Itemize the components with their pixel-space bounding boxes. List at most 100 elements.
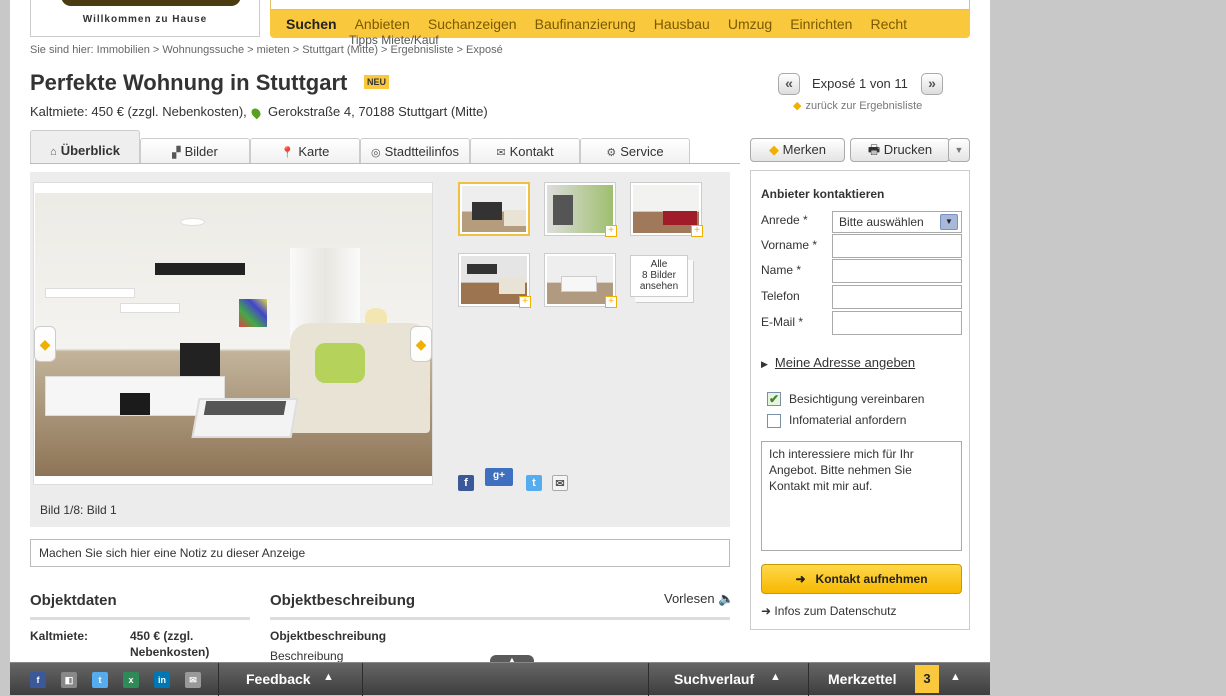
linkedin-icon[interactable]: in [154,672,170,688]
home-icon: ⌂ [50,146,57,158]
feedback-button[interactable]: Feedback [246,671,311,687]
vorlesen-button[interactable]: Vorlesen 🔈 [664,591,734,607]
googleplus-share-icon[interactable]: g+ [485,468,513,486]
privacy-link[interactable]: ➜ Infos zum Datenschutz [761,604,896,618]
prev-expose-button[interactable]: « [778,73,800,95]
objektdaten-divider [30,617,250,620]
arrow-right-icon: ➜ [795,572,806,586]
message-textarea[interactable]: Ich interessiere mich für Ihr Angebot. B… [761,441,962,551]
vorname-input[interactable] [832,234,962,258]
printer-icon: 🖶 [867,142,881,157]
expose-counter: Exposé 1 von 11 [812,76,908,91]
beschreibung-divider [270,617,730,620]
nav-baufinanzierung[interactable]: Baufinanzierung [535,16,636,32]
kaltmiete-value-2: Nebenkosten) [130,645,210,659]
rent-info: Kaltmiete: 450 € (zzgl. Nebenkosten), [30,104,247,119]
room-photo [35,193,432,476]
photo-runner [203,401,287,415]
tab-label: Bilder [184,144,218,159]
main-image[interactable]: ◆ ◆ [33,182,433,485]
contact-title: Anbieter kontaktieren [761,187,885,201]
thumbnail-1[interactable] [458,182,530,236]
tab-label: Service [620,144,664,159]
merken-button[interactable]: ◆ Merken [750,138,845,162]
contact-submit-button[interactable]: ➜ Kontakt aufnehmen [761,564,962,594]
nav-suchen[interactable]: Suchen [286,16,337,32]
separator [648,663,649,696]
side-background [990,0,1226,695]
photo-tv [180,343,220,377]
facebook-share-icon[interactable]: f [458,475,474,491]
thumbnail-3[interactable]: + [630,182,703,237]
zoom-plus-icon: + [605,296,617,308]
besichtigung-label: Besichtigung vereinbaren [789,392,925,406]
infomaterial-label: Infomaterial anfordern [789,413,907,427]
tab-ueberblick[interactable]: ⌂ Überblick [30,130,140,164]
email-icon[interactable]: ✉ [185,672,201,688]
back-link-label: zurück zur Ergebnisliste [805,100,923,112]
merken-label: Merken [782,142,826,157]
merkzettel-count-badge: 3 [915,665,939,693]
merkzettel-button[interactable]: Merkzettel [828,671,896,687]
tab-kontakt[interactable]: ✉ Kontakt [470,138,580,164]
thumbnail-4[interactable]: + [458,253,531,308]
tab-label: Stadtteilinfos [384,144,460,159]
kaltmiete-label: Kaltmiete: [30,629,89,643]
facebook-icon[interactable]: f [30,672,46,688]
drucken-button[interactable]: 🖶 Drucken [850,138,950,162]
nav-suchanzeigen[interactable]: Suchanzeigen [428,16,517,32]
besichtigung-checkbox[interactable]: ✔ [767,392,781,406]
twitter-share-icon[interactable]: t [526,475,542,491]
address-link[interactable]: ▶ Meine Adresse angeben [761,355,915,370]
tab-divider [30,163,740,164]
back-to-results-link[interactable]: ◆ zurück zur Ergebnisliste [793,99,922,112]
all-images-label-2: 8 Bilder [642,270,676,281]
tab-service[interactable]: ⚙ Service [580,138,690,164]
vorname-label: Vorname * [761,238,818,252]
tab-stadtteilinfos[interactable]: ◎ Stadtteilinfos [360,138,470,164]
breadcrumb[interactable]: Sie sind hier: Immobilien > Wohnungssuch… [30,44,503,56]
email-input[interactable] [832,311,962,335]
more-actions-dropdown[interactable]: ▼ [948,138,970,162]
next-image-button[interactable]: ◆ [410,326,432,362]
nav-hausbau[interactable]: Hausbau [654,16,710,32]
nav-umzug[interactable]: Umzug [728,16,772,32]
xing-icon[interactable]: x [123,672,139,688]
separator [362,663,363,696]
email-share-icon[interactable]: ✉ [552,475,568,491]
nav-anbieten[interactable]: Anbieten [355,16,410,32]
thumbnail-2[interactable]: + [544,182,617,237]
tab-bilder[interactable]: ▞ Bilder [140,138,250,164]
next-expose-button[interactable]: » [921,73,943,95]
photo-shelf [120,303,180,313]
separator [808,663,809,696]
logo-tagline: Willkommen zu Hause [82,14,208,25]
delicious-icon[interactable]: ◧ [61,672,77,688]
all-images-button[interactable]: Alle 8 Bilder ansehen [630,255,688,297]
name-input[interactable] [832,259,962,283]
map-pin-icon [250,106,263,119]
site-logo[interactable]: Willkommen zu Hause [30,0,260,37]
suchverlauf-button[interactable]: Suchverlauf [674,671,754,687]
nav-recht[interactable]: Recht [870,16,907,32]
main-nav: Suchen Anbieten Suchanzeigen Baufinanzie… [270,0,970,47]
photo-ceiling-light [180,218,205,226]
contact-panel: Anbieter kontaktieren Anrede * Bitte aus… [750,170,970,630]
note-field[interactable]: Machen Sie sich hier eine Notiz zu diese… [30,539,730,567]
infomaterial-checkbox[interactable] [767,414,781,428]
thumbnail-5[interactable]: + [544,253,617,308]
anrede-label: Anrede * [761,213,808,227]
beschreibung-text: Beschreibung [270,649,344,663]
privacy-label: Infos zum Datenschutz [774,604,897,618]
anrede-select[interactable]: Bitte auswählen ▼ [832,211,962,233]
tab-karte[interactable]: 📍 Karte [250,138,360,164]
chevron-up-icon[interactable]: ▲ [323,671,334,683]
kaltmiete-value: 450 € (zzgl. [130,629,194,643]
prev-image-button[interactable]: ◆ [34,326,56,362]
twitter-icon[interactable]: t [92,672,108,688]
chevron-up-icon[interactable]: ▲ [950,671,961,683]
nav-einrichten[interactable]: Einrichten [790,16,852,32]
submit-label: Kontakt aufnehmen [815,572,928,586]
telefon-input[interactable] [832,285,962,309]
chevron-up-icon[interactable]: ▲ [770,671,781,683]
